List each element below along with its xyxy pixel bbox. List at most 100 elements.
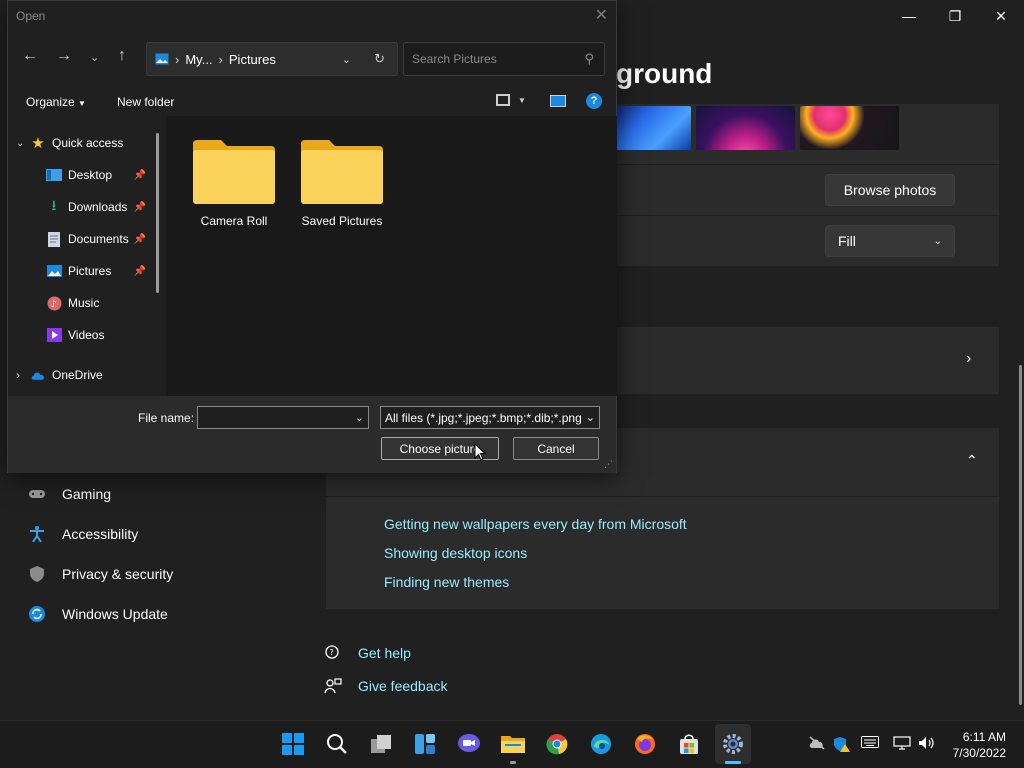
file-type-value: All files (*.jpg;*.jpeg;*.bmp;*.dib;*.pn… — [385, 410, 582, 425]
tree-quick-access[interactable]: ⌄ ★ Quick access — [16, 130, 166, 156]
view-dropdown-icon[interactable]: ▼ — [518, 96, 526, 105]
pictures-icon — [46, 263, 62, 279]
nav-accessibility[interactable]: Accessibility — [28, 525, 138, 543]
preview-pane-icon[interactable] — [550, 95, 566, 107]
recent-locations-icon[interactable]: ⌄ — [90, 51, 99, 64]
up-arrow-icon[interactable]: ↑ — [118, 47, 126, 65]
settings-gear-icon[interactable] — [721, 732, 745, 756]
recent-image-2[interactable] — [696, 106, 795, 150]
resize-grip-icon[interactable]: ⋰ — [604, 459, 613, 470]
widgets-icon[interactable] — [413, 732, 437, 756]
search-box[interactable]: ⚲ — [403, 42, 605, 76]
chevron-down-icon: ⌄ — [16, 137, 25, 149]
tree-label: Music — [68, 296, 100, 310]
help-icon[interactable]: ? — [586, 93, 602, 109]
security-warning-icon[interactable] — [833, 736, 851, 755]
clock-time: 6:11 AM — [962, 730, 1006, 744]
related-link-wallpapers[interactable]: Getting new wallpapers every day from Mi… — [384, 516, 687, 532]
cancel-button[interactable]: Cancel — [513, 437, 599, 460]
recent-image-1[interactable] — [616, 106, 691, 150]
breadcrumb-current[interactable]: Pictures — [229, 52, 276, 67]
fit-select[interactable]: Fill ⌄ — [825, 225, 955, 257]
tree-item-desktop[interactable]: Desktop 📌 — [46, 162, 146, 188]
onedrive-offline-icon[interactable] — [808, 736, 826, 753]
tree-label: Desktop — [68, 168, 113, 182]
forward-arrow-icon[interactable]: → — [56, 47, 72, 65]
volume-icon[interactable] — [918, 736, 936, 753]
address-dropdown-icon[interactable]: ⌄ — [342, 53, 351, 66]
chrome-icon[interactable] — [545, 732, 569, 756]
refresh-icon[interactable]: ↻ — [374, 51, 385, 67]
dialog-close-icon[interactable]: ✕ — [595, 5, 608, 25]
running-indicator — [510, 761, 516, 764]
svg-text:?: ? — [330, 648, 334, 657]
nav-windows-update[interactable]: Windows Update — [28, 605, 168, 623]
task-view-icon[interactable] — [369, 732, 393, 756]
file-name-input[interactable]: ⌄ — [197, 406, 369, 429]
search-icon[interactable] — [325, 732, 349, 756]
settings-scrollbar[interactable] — [1019, 365, 1022, 705]
clock[interactable]: 6:11 AM 7/30/2022 — [952, 729, 1006, 761]
clock-date: 7/30/2022 — [952, 746, 1006, 760]
tree-item-downloads[interactable]: ⭳ Downloads 📌 — [46, 194, 146, 220]
network-icon[interactable] — [893, 736, 911, 753]
nav-privacy-security[interactable]: Privacy & security — [28, 565, 173, 583]
firefox-icon[interactable] — [633, 732, 657, 756]
chevron-up-icon: ⌃ — [966, 452, 978, 468]
gamepad-icon — [28, 485, 46, 503]
start-icon[interactable] — [281, 732, 305, 756]
search-input[interactable] — [412, 52, 572, 66]
back-arrow-icon[interactable]: ← — [22, 47, 38, 65]
nav-label: Accessibility — [62, 526, 139, 542]
maximize-button[interactable]: ❐ — [932, 4, 978, 28]
tree-item-videos[interactable]: Videos — [46, 322, 146, 348]
nav-gaming[interactable]: Gaming — [28, 485, 111, 503]
desktop-icon — [46, 167, 62, 183]
file-explorer-icon[interactable] — [501, 732, 525, 756]
keyboard-icon[interactable] — [861, 736, 879, 751]
new-folder-button[interactable]: New folder — [117, 95, 174, 109]
recent-image-3[interactable] — [800, 106, 899, 150]
tree-item-documents[interactable]: Documents 📌 — [46, 226, 146, 252]
tree-item-music[interactable]: ♪ Music — [46, 290, 146, 316]
browse-photos-button[interactable]: Browse photos — [825, 174, 955, 206]
organize-button[interactable]: Organize ▼ — [26, 95, 86, 109]
get-help-row[interactable]: ? Get help — [324, 644, 411, 662]
give-feedback-row[interactable]: Give feedback — [324, 677, 448, 695]
store-icon[interactable] — [677, 732, 701, 756]
help-icon: ? — [325, 645, 339, 659]
svg-text:♪: ♪ — [51, 300, 57, 310]
shield-icon — [28, 565, 46, 583]
tree-scrollbar[interactable] — [156, 133, 159, 293]
chevron-right-icon: › — [966, 350, 972, 367]
minimize-button[interactable]: — — [886, 4, 932, 28]
chat-icon[interactable] — [457, 732, 481, 756]
tree-label: Videos — [68, 328, 105, 342]
edge-icon[interactable] — [589, 732, 613, 756]
tree-onedrive[interactable]: › OneDrive — [16, 362, 166, 388]
file-type-select[interactable]: All files (*.jpg;*.jpeg;*.bmp;*.dib;*.pn… — [380, 406, 600, 429]
active-indicator — [725, 761, 741, 764]
star-icon: ★ — [31, 135, 45, 152]
address-bar[interactable]: › My... › Pictures ⌄ ↻ — [146, 42, 398, 76]
fit-select-value: Fill — [838, 233, 856, 249]
tree-label: Downloads — [68, 200, 128, 214]
navigation-pane: ⌄ ★ Quick access Desktop 📌 ⭳ Downloads 📌… — [8, 116, 166, 396]
tree-item-pictures[interactable]: Pictures 📌 — [46, 258, 146, 284]
get-help-link[interactable]: Get help — [358, 645, 411, 661]
breadcrumb-parent[interactable]: My... — [185, 52, 212, 67]
folder-saved-pictures[interactable]: Saved Pictures — [292, 138, 392, 228]
folder-camera-roll[interactable]: Camera Roll — [184, 138, 284, 228]
tree-label: Documents — [68, 232, 129, 246]
pin-icon: 📌 — [133, 169, 146, 181]
related-link-themes[interactable]: Finding new themes — [384, 574, 509, 590]
folder-label: Camera Roll — [200, 214, 268, 228]
related-link-desktop-icons[interactable]: Showing desktop icons — [384, 545, 527, 561]
close-window-button[interactable]: ✕ — [978, 4, 1024, 28]
music-icon: ♪ — [46, 295, 62, 311]
chevron-down-icon[interactable]: ⌄ — [355, 411, 364, 424]
give-feedback-link[interactable]: Give feedback — [358, 678, 448, 694]
video-icon — [46, 327, 62, 343]
file-name-label: File name: — [138, 411, 195, 425]
view-icon[interactable] — [496, 94, 510, 106]
